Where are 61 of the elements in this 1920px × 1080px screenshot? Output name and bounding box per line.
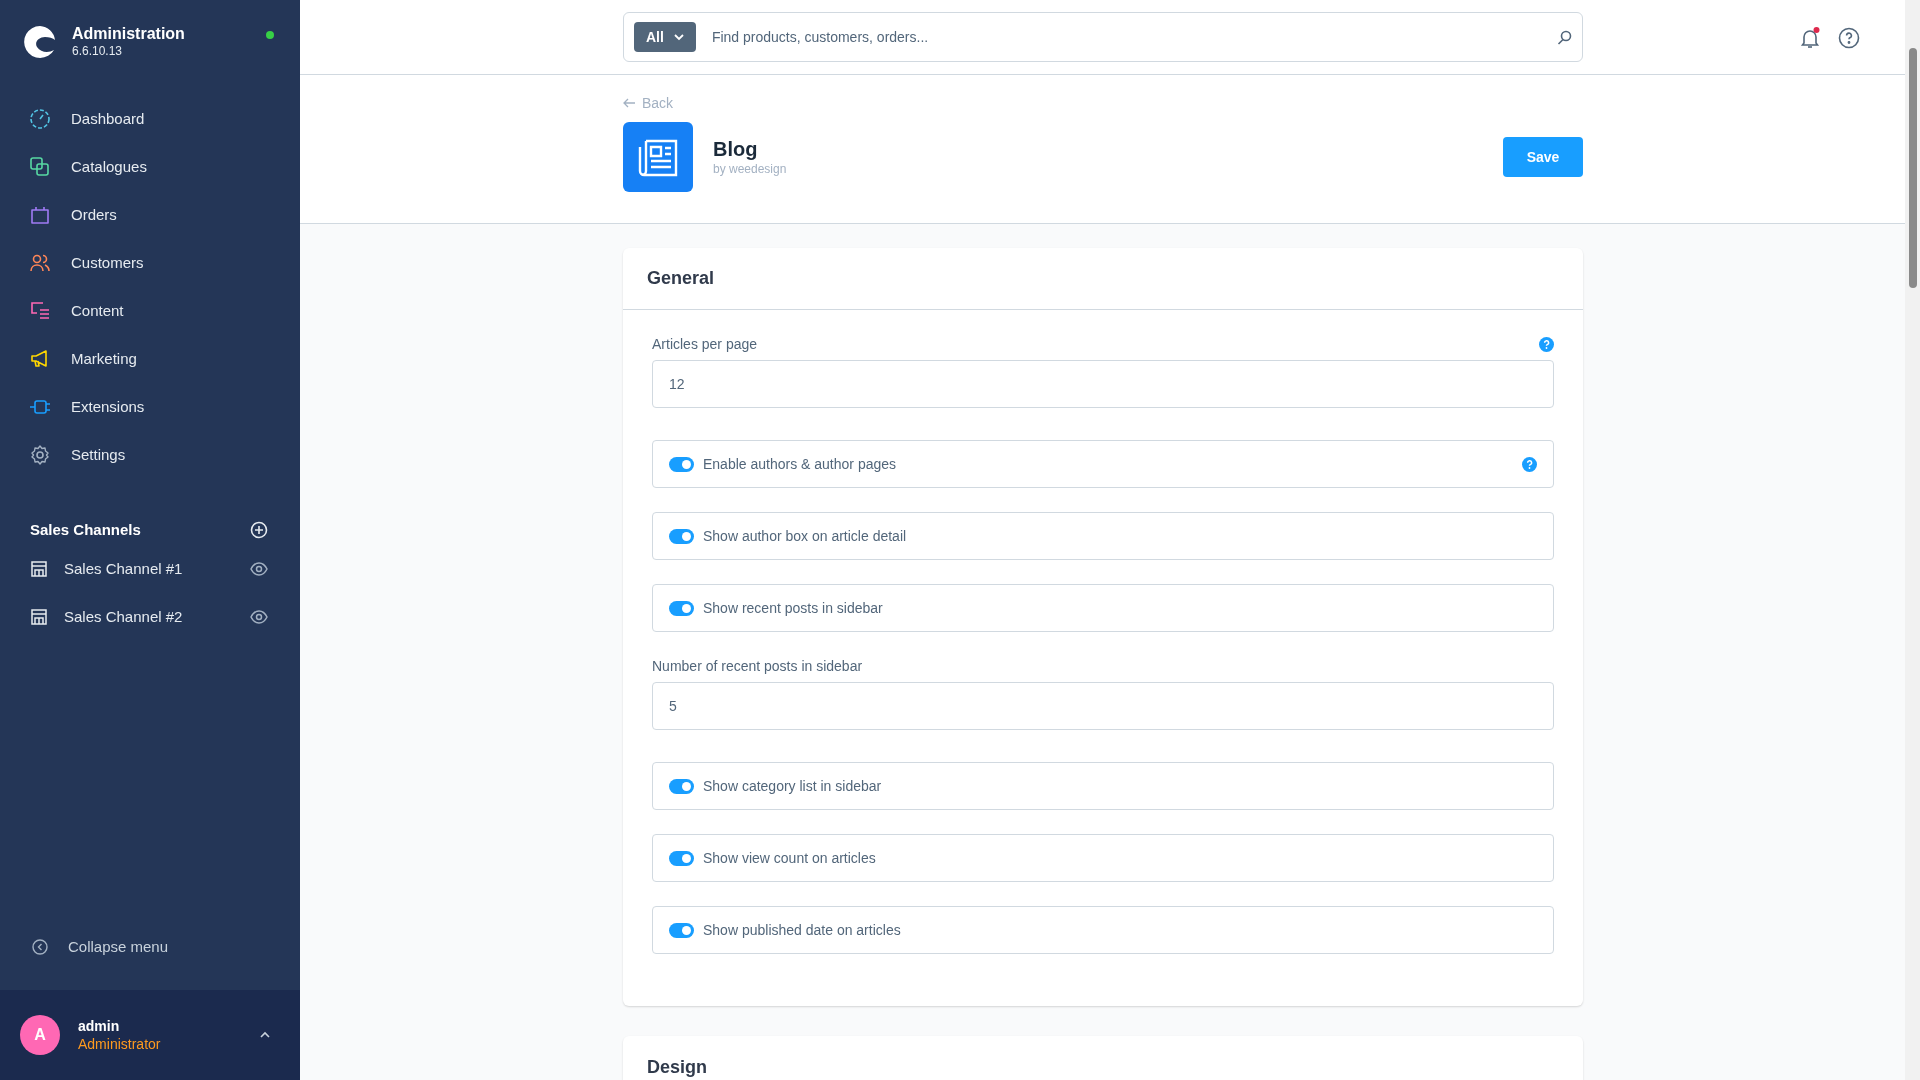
chevron-left-circle-icon	[32, 939, 48, 955]
filter-dropdown[interactable]: All	[634, 22, 696, 52]
logo-icon	[22, 24, 58, 60]
toggle-label: Show view count on articles	[703, 848, 877, 868]
content-list-icon	[29, 300, 51, 322]
toggle-label: Show category list in sidebar	[703, 776, 883, 796]
notification-bell-icon[interactable]	[1798, 26, 1822, 50]
chevron-down-icon	[673, 33, 684, 41]
chevron-up-icon[interactable]	[260, 1031, 270, 1039]
search-icon[interactable]	[1557, 29, 1572, 45]
nav-item[interactable]: Catalogues	[0, 143, 300, 191]
help-icon[interactable]	[1838, 27, 1860, 49]
users-icon	[29, 252, 51, 274]
nav-item[interactable]: Marketing	[0, 335, 300, 383]
storefront-icon	[30, 560, 48, 578]
squares-icon	[29, 156, 51, 178]
toggle-switch[interactable]	[669, 528, 694, 544]
section-heading: Sales Channels	[30, 519, 141, 540]
storefront-icon	[30, 608, 48, 626]
toggle-switch[interactable]	[669, 600, 694, 616]
arrow-left-icon	[623, 98, 636, 108]
help-icon[interactable]	[1522, 456, 1537, 472]
sales-channel-item[interactable]: Sales Channel #1	[0, 545, 300, 593]
nav-item[interactable]: Settings	[0, 431, 300, 479]
toggle-label: Show published date on articles	[703, 920, 902, 940]
scrollbar[interactable]	[1905, 0, 1920, 1080]
help-icon[interactable]	[1539, 336, 1554, 352]
nav-item[interactable]: Extensions	[0, 383, 300, 431]
author-label: by weedesign	[713, 161, 788, 177]
nav-item[interactable]: Content	[0, 287, 300, 335]
eye-icon[interactable]	[250, 562, 268, 576]
user-role: Administrator	[78, 1035, 162, 1053]
toggle-label: Show recent posts in sidebar	[703, 598, 884, 618]
add-circle-icon[interactable]	[250, 521, 268, 539]
toggle-switch[interactable]	[669, 778, 694, 794]
nav-item[interactable]: Dashboard	[0, 95, 300, 143]
toggle-switch[interactable]	[669, 922, 694, 938]
app-title: Administration	[72, 24, 186, 44]
gear-icon	[29, 444, 51, 466]
version-label: 6.6.10.13	[72, 44, 124, 58]
toggle-switch[interactable]	[669, 456, 694, 472]
user-panel[interactable]: A admin Administrator	[0, 990, 300, 1080]
user-name: admin	[78, 1017, 121, 1035]
field-label: Articles per page	[652, 334, 758, 354]
toggle-switch[interactable]	[669, 850, 694, 866]
sales-channel-item[interactable]: Sales Channel #2	[0, 593, 300, 641]
user-avatar: A	[20, 1015, 60, 1055]
page-title: Blog	[713, 137, 759, 161]
collapse-menu-button[interactable]: Collapse menu	[0, 926, 300, 968]
nav-item[interactable]: Customers	[0, 239, 300, 287]
number-field[interactable]: 5	[652, 682, 1554, 730]
field-label: Number of recent posts in sidebar	[652, 656, 863, 676]
number-field[interactable]: 12	[652, 360, 1554, 408]
dashboard-gauge-icon	[29, 108, 51, 130]
eye-icon[interactable]	[250, 610, 268, 624]
toggle-label: Show author box on article detail	[703, 526, 908, 546]
nav-item[interactable]: Orders	[0, 191, 300, 239]
toggle-label: Enable authors & author pages	[703, 454, 898, 474]
search-field[interactable]: All Find products, customers, orders...	[623, 12, 1583, 62]
card-title: General	[647, 267, 715, 290]
card-title: Design	[647, 1055, 707, 1079]
